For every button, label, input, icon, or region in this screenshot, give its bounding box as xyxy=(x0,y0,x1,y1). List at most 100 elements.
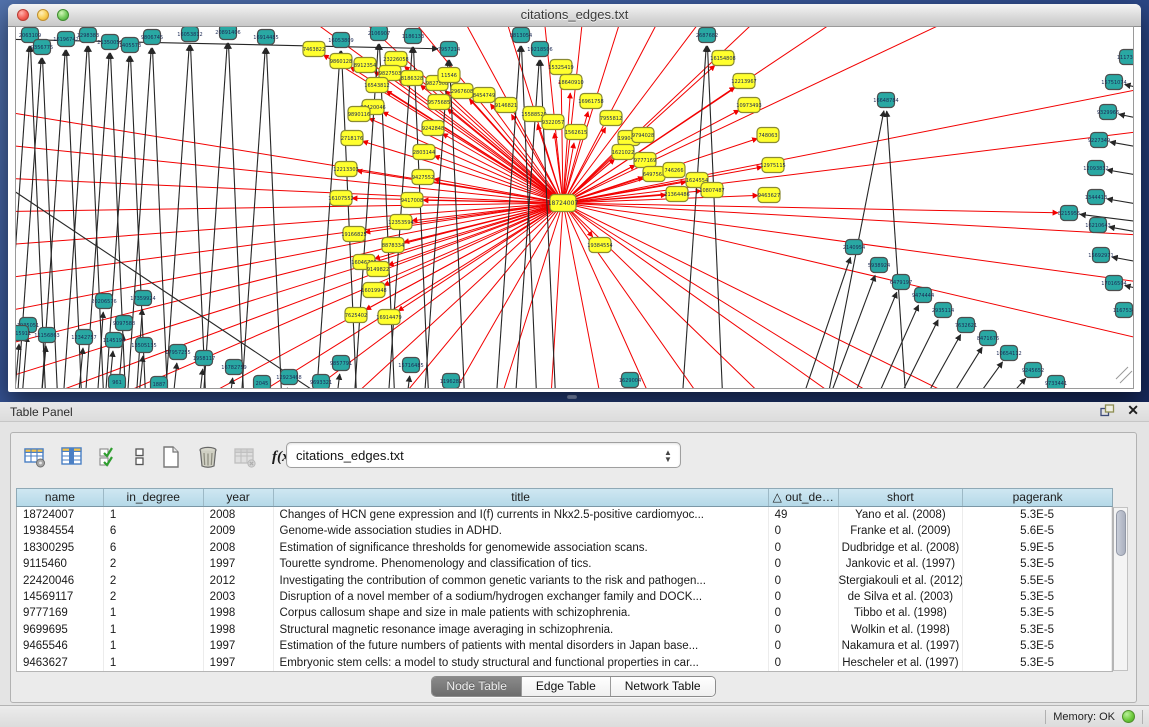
float-panel-icon[interactable] xyxy=(1100,404,1115,417)
table-cell[interactable]: 22420046 xyxy=(17,573,104,589)
table-cell[interactable]: 9465546 xyxy=(17,638,104,654)
window-titlebar[interactable]: citations_edges.txt xyxy=(8,4,1141,27)
table-cell[interactable]: 9699695 xyxy=(17,622,104,638)
table-row[interactable]: 977716911998Corpus callosum shape and si… xyxy=(17,605,1112,621)
table-cell[interactable]: 9115460 xyxy=(17,556,104,572)
table-cell[interactable]: 5.3E-5 xyxy=(963,655,1112,671)
graph-edge[interactable] xyxy=(1112,257,1133,267)
table-cell[interactable]: 1998 xyxy=(204,605,274,621)
column-checklist-button[interactable] xyxy=(96,444,122,470)
tab-edge-table[interactable]: Edge Table xyxy=(522,677,611,696)
graph-edge[interactable] xyxy=(152,48,170,388)
table-cell[interactable]: 9463627 xyxy=(17,655,104,671)
column-header-in_degree[interactable]: in_degree xyxy=(104,489,204,506)
table-cell[interactable]: 5.6E-5 xyxy=(963,523,1112,539)
split-pane-handle[interactable] xyxy=(567,395,577,399)
table-cell[interactable]: 2 xyxy=(104,589,204,605)
tab-node-table[interactable]: Node Table xyxy=(432,677,522,696)
table-cell[interactable]: 0 xyxy=(769,540,839,556)
table-cell[interactable]: 5.3E-5 xyxy=(963,622,1112,638)
table-row[interactable]: 1872400712008Changes of HCN gene express… xyxy=(17,507,1112,523)
column-header-year[interactable]: year xyxy=(204,489,274,506)
graph-edge[interactable] xyxy=(313,51,340,388)
tab-network-table[interactable]: Network Table xyxy=(611,677,715,696)
graph-edge[interactable] xyxy=(200,43,227,388)
table-cell[interactable]: 2008 xyxy=(204,507,274,523)
graph-edge[interactable] xyxy=(266,48,284,388)
graph-edge[interactable] xyxy=(679,46,706,388)
table-cell[interactable]: 6 xyxy=(104,523,204,539)
graph-edge[interactable] xyxy=(401,376,410,388)
table-cell[interactable]: 18300295 xyxy=(17,540,104,556)
graph-edge[interactable] xyxy=(168,363,177,388)
table-cell[interactable]: 1 xyxy=(104,622,204,638)
table-cell[interactable]: Stergiakouli et al. (2012) xyxy=(839,573,964,589)
table-vertical-scrollbar[interactable] xyxy=(1113,507,1128,671)
graph-edge[interactable] xyxy=(920,347,982,388)
graph-edge[interactable] xyxy=(875,320,938,388)
table-cell[interactable]: 6 xyxy=(104,540,204,556)
scrollbar-thumb[interactable] xyxy=(1116,510,1126,556)
network-view-window[interactable]: citations_edges.txt 74638229860128891235… xyxy=(8,4,1141,392)
graph-edge[interactable] xyxy=(1109,227,1133,237)
table-cell[interactable]: 2012 xyxy=(204,573,274,589)
table-cell[interactable]: 5.3E-5 xyxy=(963,507,1112,523)
new-column-button[interactable] xyxy=(158,444,184,470)
table-cell[interactable]: Franke et al. (2009) xyxy=(839,523,964,539)
graph-edge[interactable] xyxy=(965,378,1026,388)
table-cell[interactable]: 1 xyxy=(104,655,204,671)
table-row[interactable]: 911546021997Tourette syndrome. Phenomeno… xyxy=(17,556,1112,572)
table-cell[interactable]: Genome-wide association studies in ADHD. xyxy=(274,523,769,539)
canvas-resize-grip[interactable] xyxy=(1116,367,1132,383)
table-cell[interactable]: 2003 xyxy=(204,589,274,605)
graph-edge[interactable] xyxy=(563,203,1058,213)
table-cell[interactable]: Wolkin et al. (1998) xyxy=(839,622,964,638)
graph-edge[interactable] xyxy=(1107,199,1133,209)
table-cell[interactable]: Yano et al. (2008) xyxy=(839,507,964,523)
table-cell[interactable]: Dudbridge et al. (2008) xyxy=(839,540,964,556)
table-row[interactable]: 1830029562008Estimation of significance … xyxy=(17,540,1112,556)
table-cell[interactable]: Tourette syndrome. Phenomenology and cla… xyxy=(274,556,769,572)
table-cell[interactable]: 0 xyxy=(769,556,839,572)
table-cell[interactable]: Estimation of the future numbers of pati… xyxy=(274,638,769,654)
network-canvas[interactable]: 7463822986012889123542322605898275031654… xyxy=(16,27,1133,388)
row-pair-button[interactable] xyxy=(133,444,147,470)
column-header-short[interactable]: short xyxy=(839,489,964,506)
close-panel-icon[interactable]: ✕ xyxy=(1127,404,1139,417)
table-cell[interactable]: 0 xyxy=(769,622,839,638)
table-cell[interactable]: 9777169 xyxy=(17,605,104,621)
table-cell[interactable]: Estimation of significance thresholds fo… xyxy=(274,540,769,556)
table-cell[interactable]: 1998 xyxy=(204,622,274,638)
graph-edge[interactable] xyxy=(18,336,27,388)
table-cell[interactable]: 5.3E-5 xyxy=(963,605,1112,621)
table-cell[interactable]: de Silva et al. (2003) xyxy=(839,589,964,605)
table-cell[interactable]: 49 xyxy=(769,507,839,523)
table-row[interactable]: 946362711997Embryonic stem cells: a mode… xyxy=(17,655,1112,671)
graph-edge[interactable] xyxy=(898,335,961,388)
table-cell[interactable]: Jankovic et al. (1997) xyxy=(839,556,964,572)
graph-edge[interactable] xyxy=(563,203,1133,237)
graph-edge[interactable] xyxy=(1107,170,1133,180)
graph-edge[interactable] xyxy=(1119,114,1133,124)
table-cell[interactable]: 1 xyxy=(104,638,204,654)
table-cell[interactable]: 14569117 xyxy=(17,589,104,605)
table-cell[interactable]: 1997 xyxy=(204,556,274,572)
table-cell[interactable]: 0 xyxy=(769,573,839,589)
table-cell[interactable]: 5.3E-5 xyxy=(963,556,1112,572)
table-cell[interactable]: 19384554 xyxy=(17,523,104,539)
table-cell[interactable]: 0 xyxy=(769,638,839,654)
table-cell[interactable]: 2008 xyxy=(204,540,274,556)
table-row[interactable]: 969969511998Structural magnetic resonanc… xyxy=(17,622,1112,638)
table-cell[interactable]: 5.9E-5 xyxy=(963,540,1112,556)
table-cell[interactable]: 5.5E-5 xyxy=(963,573,1112,589)
delete-column-button[interactable] xyxy=(195,444,221,470)
table-cell[interactable]: 0 xyxy=(769,655,839,671)
table-row[interactable]: 2242004622012Investigating the contribut… xyxy=(17,573,1112,589)
table-cell[interactable]: 5.3E-5 xyxy=(963,589,1112,605)
table-cell[interactable]: 1997 xyxy=(204,655,274,671)
table-cell[interactable]: Corpus callosum shape and size in male p… xyxy=(274,605,769,621)
table-cell[interactable]: 0 xyxy=(769,589,839,605)
table-cell[interactable]: 0 xyxy=(769,605,839,621)
table-cell[interactable]: 2 xyxy=(104,556,204,572)
table-cell[interactable]: Changes of HCN gene expression and I(f) … xyxy=(274,507,769,523)
